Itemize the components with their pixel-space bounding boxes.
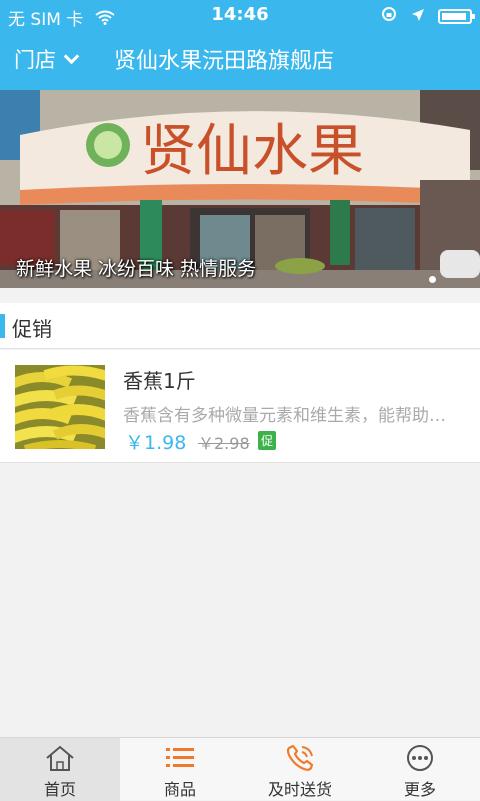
status-right: [373, 6, 475, 27]
banner-caption: 新鲜水果 冰纷百味 热情服务: [16, 258, 257, 280]
tab-more[interactable]: 更多: [360, 738, 480, 801]
list-icon: [164, 744, 196, 772]
store-switch-label: 门店: [14, 48, 56, 72]
home-icon: [44, 744, 76, 772]
product-price: ￥1.98: [125, 432, 187, 454]
status-bar: 无 SIM 卡 14:46: [0, 0, 480, 30]
product-item[interactable]: 香蕉1斤 香蕉含有多种微量元素和维生素，能帮助肌肉松弛 ￥1.98 ￥2.98 …: [0, 350, 480, 463]
tab-products[interactable]: 商品: [120, 738, 240, 801]
carousel-indicator: [429, 268, 436, 287]
tab-label: 及时送货: [267, 780, 332, 799]
tab-bar: 首页 商品 及时送货 更多: [0, 737, 480, 801]
product-description: 香蕉含有多种微量元素和维生素，能帮助肌肉松弛: [123, 406, 461, 426]
tab-home[interactable]: 首页: [0, 738, 120, 801]
storefront-sign: 贤仙水果: [140, 119, 364, 184]
store-switch-button[interactable]: 门店: [14, 44, 80, 74]
tab-label: 更多: [403, 780, 436, 799]
product-original-price: ￥2.98: [198, 434, 250, 453]
nav-bar: 门店 贤仙水果沅田路旗舰店: [0, 30, 480, 90]
chevron-down-icon: [63, 48, 80, 65]
battery-icon: [438, 9, 475, 24]
carousel-dot: [429, 276, 436, 283]
rotation-lock-icon: [381, 6, 397, 27]
product-thumbnail: [15, 365, 105, 449]
section-accent-bar: [0, 314, 5, 338]
promo-badge: 促: [258, 431, 277, 450]
banner-carousel[interactable]: 贤仙水果 新鲜水果 冰纷百味 热情服务: [0, 90, 480, 288]
promo-section-header: 促销: [0, 303, 480, 349]
battery-fill: [442, 13, 466, 20]
tab-label: 商品: [163, 780, 196, 799]
tab-delivery[interactable]: 及时送货: [240, 738, 360, 801]
phone-icon: [284, 744, 316, 772]
section-title: 促销: [12, 317, 52, 341]
location-icon: [411, 7, 425, 27]
tab-label: 首页: [43, 780, 76, 799]
more-icon: [404, 744, 436, 772]
product-name: 香蕉1斤: [123, 369, 196, 393]
page-title: 贤仙水果沅田路旗舰店: [114, 49, 335, 74]
